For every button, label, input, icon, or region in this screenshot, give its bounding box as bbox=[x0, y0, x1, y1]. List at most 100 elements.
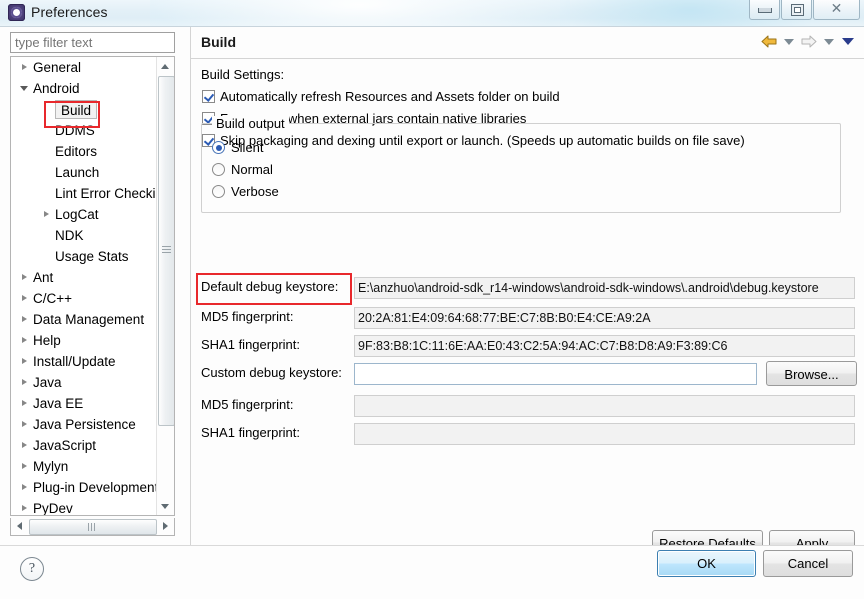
radio-row-verbose[interactable]: Verbose bbox=[212, 182, 279, 202]
page-title: Build bbox=[201, 34, 236, 50]
sidebar-item-ant[interactable]: Ant bbox=[11, 267, 158, 288]
checkbox-row-0[interactable]: Automatically refresh Resources and Asse… bbox=[202, 87, 560, 107]
field-label: Default debug keystore: bbox=[201, 279, 339, 294]
sidebar-item-android[interactable]: Android bbox=[11, 78, 158, 99]
sidebar-item-label: Lint Error Checking bbox=[55, 186, 158, 201]
chevron-collapsed-icon[interactable] bbox=[17, 498, 33, 515]
vertical-scroll-thumb[interactable] bbox=[158, 76, 174, 426]
back-arrow-icon[interactable] bbox=[760, 34, 778, 49]
back-dropdown-icon[interactable] bbox=[784, 38, 794, 45]
minimize-icon bbox=[758, 8, 772, 13]
search-input[interactable] bbox=[11, 33, 174, 52]
sidebar-item-javascript[interactable]: JavaScript bbox=[11, 435, 158, 456]
sidebar-item-java-ee[interactable]: Java EE bbox=[11, 393, 158, 414]
radio-silent-selected-icon[interactable] bbox=[212, 141, 225, 154]
browse-label: Browse... bbox=[784, 367, 839, 382]
sidebar-item-label: PyDev bbox=[33, 501, 73, 515]
field-label: MD5 fingerprint: bbox=[201, 309, 294, 324]
chevron-collapsed-icon[interactable] bbox=[17, 57, 33, 78]
sidebar-item-mylyn[interactable]: Mylyn bbox=[11, 456, 158, 477]
field-row-2: SHA1 fingerprint: 9F:83:B8:1C:11:6E:AA:E0… bbox=[191, 335, 864, 357]
tree-horizontal-scrollbar[interactable] bbox=[10, 518, 175, 536]
cancel-label: Cancel bbox=[787, 556, 829, 571]
sidebar-item-label: General bbox=[33, 60, 82, 75]
cancel-button[interactable]: Cancel bbox=[763, 550, 853, 577]
sidebar-item-label: Install/Update bbox=[33, 354, 116, 369]
sidebar-item-data-management[interactable]: Data Management bbox=[11, 309, 158, 330]
scroll-down-icon[interactable] bbox=[157, 498, 174, 515]
sidebar-item-java[interactable]: Java bbox=[11, 372, 158, 393]
radio-row-normal[interactable]: Normal bbox=[212, 160, 273, 180]
window-title: Preferences bbox=[31, 4, 108, 20]
sidebar-item-help[interactable]: Help bbox=[11, 330, 158, 351]
sidebar-item-label: DDMS bbox=[55, 123, 95, 138]
scroll-right-icon[interactable] bbox=[157, 518, 174, 534]
ok-label: OK bbox=[697, 556, 716, 571]
sidebar-item-ndk[interactable]: NDK bbox=[11, 225, 158, 246]
restore-button[interactable] bbox=[781, 0, 812, 20]
help-icon[interactable]: ? bbox=[20, 557, 44, 581]
field-label: SHA1 fingerprint: bbox=[201, 337, 300, 352]
chevron-collapsed-icon[interactable] bbox=[39, 204, 55, 225]
tree-scroll-area[interactable]: General Android Build DDMS Editors Launch Lint… bbox=[11, 57, 158, 515]
chevron-collapsed-icon[interactable] bbox=[17, 477, 33, 498]
radio-label: Normal bbox=[231, 162, 273, 177]
hscroll-thumb-grip bbox=[88, 523, 98, 531]
chevron-collapsed-icon[interactable] bbox=[17, 393, 33, 414]
scroll-up-icon[interactable] bbox=[157, 57, 174, 74]
radio-verbose-icon[interactable] bbox=[212, 185, 225, 198]
chevron-collapsed-icon[interactable] bbox=[17, 372, 33, 393]
browse-button[interactable]: Browse... bbox=[766, 361, 857, 386]
sidebar-item-label: Build bbox=[55, 100, 98, 119]
preferences-sidebar: General Android Build DDMS Editors Launch Lint… bbox=[0, 27, 190, 545]
field-value-input: E:\anzhuo\android-sdk_r14-windows\androi… bbox=[354, 277, 855, 299]
sidebar-item-label: C/C++ bbox=[33, 291, 73, 306]
field-value-input bbox=[354, 395, 855, 417]
sidebar-item-label: Java EE bbox=[33, 396, 84, 411]
horizontal-scroll-thumb[interactable] bbox=[29, 519, 157, 535]
restore-icon bbox=[791, 4, 804, 16]
field-label: SHA1 fingerprint: bbox=[201, 425, 300, 440]
scroll-left-icon[interactable] bbox=[11, 518, 28, 534]
sidebar-item-logcat[interactable]: LogCat bbox=[11, 204, 158, 225]
chevron-collapsed-icon[interactable] bbox=[17, 330, 33, 351]
chevron-collapsed-icon[interactable] bbox=[17, 267, 33, 288]
checkbox-0-checked-icon[interactable] bbox=[202, 90, 215, 103]
build-settings-label: Build Settings: bbox=[201, 67, 285, 82]
sidebar-item-lint-error-checking[interactable]: Lint Error Checking bbox=[11, 183, 158, 204]
filter-input-wrapper[interactable] bbox=[10, 32, 175, 53]
sidebar-item-install-update[interactable]: Install/Update bbox=[11, 351, 158, 372]
sidebar-item-general[interactable]: General bbox=[11, 57, 158, 78]
field-value-input[interactable] bbox=[354, 363, 757, 385]
chevron-collapsed-icon[interactable] bbox=[17, 288, 33, 309]
chevron-collapsed-icon[interactable] bbox=[17, 309, 33, 330]
minimize-button[interactable] bbox=[749, 0, 780, 20]
chevron-expanded-icon[interactable] bbox=[17, 78, 33, 99]
tree-vertical-scrollbar[interactable] bbox=[156, 57, 174, 515]
sidebar-item-label: Java bbox=[33, 375, 62, 390]
ok-button[interactable]: OK bbox=[657, 550, 756, 577]
sidebar-item-build[interactable]: Build bbox=[11, 99, 158, 120]
radio-row-silent[interactable]: Silent bbox=[212, 138, 264, 158]
sidebar-item-ddms[interactable]: DDMS bbox=[11, 120, 158, 141]
chevron-collapsed-icon[interactable] bbox=[17, 414, 33, 435]
chevron-collapsed-icon[interactable] bbox=[17, 456, 33, 477]
sidebar-item-c-c[interactable]: C/C++ bbox=[11, 288, 158, 309]
sidebar-item-java-persistence[interactable]: Java Persistence bbox=[11, 414, 158, 435]
sidebar-item-label: Plug-in Development bbox=[33, 480, 158, 495]
sidebar-item-usage-stats[interactable]: Usage Stats bbox=[11, 246, 158, 267]
sidebar-item-launch[interactable]: Launch bbox=[11, 162, 158, 183]
sidebar-item-plug-in-development[interactable]: Plug-in Development bbox=[11, 477, 158, 498]
sidebar-item-pydev[interactable]: PyDev bbox=[11, 498, 158, 515]
chevron-collapsed-icon[interactable] bbox=[17, 351, 33, 372]
sidebar-item-editors[interactable]: Editors bbox=[11, 141, 158, 162]
chevron-collapsed-icon[interactable] bbox=[17, 435, 33, 456]
close-button[interactable]: ✕ bbox=[813, 0, 860, 20]
forward-dropdown-icon[interactable] bbox=[824, 38, 834, 45]
radio-normal-icon[interactable] bbox=[212, 163, 225, 176]
view-menu-icon[interactable] bbox=[842, 38, 854, 45]
